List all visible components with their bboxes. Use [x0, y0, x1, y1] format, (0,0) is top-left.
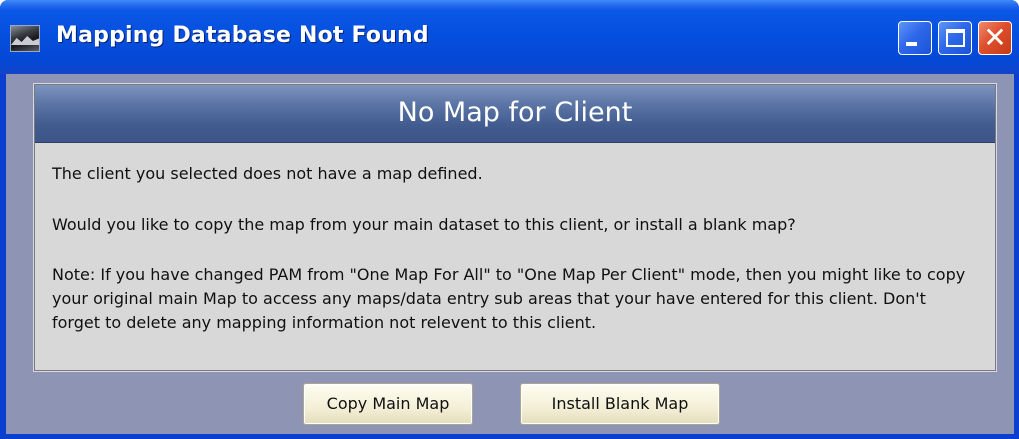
message-no-map: The client you selected does not have a … — [52, 164, 483, 183]
title-bar[interactable]: Mapping Database Not Found ✕ — [0, 0, 1019, 74]
minimize-icon — [906, 42, 917, 46]
minimize-button[interactable] — [898, 21, 932, 55]
close-icon: ✕ — [983, 21, 1007, 54]
message-note: Note: If you have changed PAM from "One … — [52, 265, 966, 332]
dialog-window: Mapping Database Not Found ✕ No Map for … — [0, 0, 1019, 439]
copy-main-map-button[interactable]: Copy Main Map — [303, 383, 473, 425]
panel-header: No Map for Client — [35, 85, 995, 143]
maximize-button[interactable] — [938, 21, 972, 55]
panel-heading: No Map for Client — [397, 97, 633, 128]
message-panel: No Map for Client The client you selecte… — [34, 84, 996, 371]
message-question: Would you like to copy the map from your… — [52, 215, 796, 234]
close-button[interactable]: ✕ — [978, 21, 1012, 55]
install-blank-map-button[interactable]: Install Blank Map — [520, 383, 720, 425]
maximize-icon — [946, 29, 965, 47]
dialog-client-area: No Map for Client The client you selecte… — [6, 74, 1014, 434]
mountain-app-icon[interactable] — [10, 25, 40, 52]
window-title: Mapping Database Not Found — [56, 23, 429, 48]
mountain-ridge-shape — [11, 36, 39, 45]
